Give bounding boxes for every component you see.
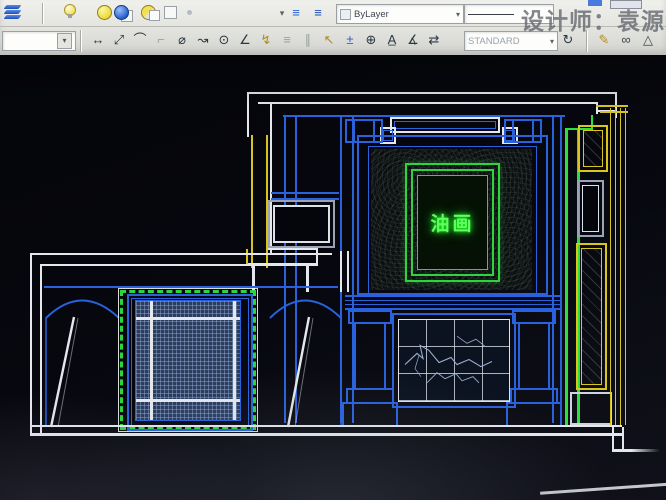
yellow-circle-icon[interactable] <box>94 2 114 22</box>
decor <box>114 5 129 20</box>
decor <box>42 3 44 24</box>
caret-icon[interactable]: ▾ <box>57 33 72 49</box>
tolerance-icon[interactable]: ± <box>340 30 360 50</box>
decor <box>51 317 74 427</box>
color-dropdown-value: ByLayer <box>354 9 389 20</box>
dimstyle-value: STANDARD <box>468 36 520 47</box>
dim-angular-icon[interactable]: ∠ <box>235 30 255 50</box>
dim-baseline-icon[interactable]: ≡ <box>277 30 297 50</box>
decor <box>612 449 660 452</box>
center-mark-icon[interactable]: ⊕ <box>361 30 381 50</box>
decor <box>46 301 119 319</box>
quick-dimension-icon[interactable]: ↯ <box>256 30 276 50</box>
square-outline-icon[interactable] <box>160 2 180 22</box>
decor <box>4 15 22 19</box>
layers-stack-icon[interactable] <box>3 4 23 24</box>
blue-sphere-icon[interactable] <box>112 2 132 22</box>
decor <box>4 10 22 14</box>
dim-edit-icon[interactable]: A̲ <box>382 30 402 50</box>
dim-jogged-icon[interactable]: ↝ <box>193 30 213 50</box>
dim-arc-length-icon[interactable]: ⌒ <box>130 30 150 50</box>
decor <box>136 317 240 320</box>
lightbulb-icon[interactable] <box>60 2 80 22</box>
dim-toolbar-icons: ↔⤢⌒⌐⌀↝⊙∠↯≡∥↖±⊕A̲∡⇄ <box>88 30 444 50</box>
caret-icon: ▾ <box>550 37 554 46</box>
dot-icon <box>179 2 199 22</box>
decor <box>288 317 309 427</box>
linetype-preview-icon <box>468 14 514 15</box>
layer-previous-icon[interactable]: ≡ <box>286 3 306 23</box>
quick-leader-icon[interactable]: ↖ <box>319 30 339 50</box>
color-swatch <box>340 9 351 20</box>
dim-linear-icon[interactable]: ↔ <box>88 30 108 50</box>
screen: { "watermark": { "text": "设计师：袁源" }, "ui… <box>0 0 666 500</box>
floor-line <box>30 433 622 436</box>
caret-icon: ▾ <box>456 10 460 19</box>
decor <box>97 5 112 20</box>
dim-diameter-icon[interactable]: ⌀ <box>172 30 192 50</box>
dim-continue-icon[interactable]: ∥ <box>298 30 318 50</box>
decor <box>80 30 82 52</box>
layer-combo[interactable]: ▾ <box>2 31 76 51</box>
decor <box>136 399 240 402</box>
dim-update-icon[interactable]: ⇄ <box>424 30 444 50</box>
watermark: 设计师：袁源 <box>521 2 665 36</box>
layer-states-icon[interactable]: ≡ <box>308 3 328 23</box>
dim-radius-icon[interactable]: ⊙ <box>214 30 234 50</box>
decor <box>612 427 614 451</box>
decor <box>270 301 341 319</box>
decor <box>622 427 624 451</box>
freeze-layer-icon[interactable] <box>139 2 159 22</box>
decor <box>58 318 78 427</box>
dim-ordinate-icon[interactable]: ⌐ <box>151 30 171 50</box>
layer-tools-icons: ≡≡ <box>286 3 328 23</box>
dim-aligned-icon[interactable]: ⤢ <box>109 30 129 50</box>
floor-line <box>30 425 622 427</box>
decor <box>164 6 177 19</box>
decor <box>4 5 22 9</box>
decor <box>149 10 160 21</box>
cad-canvas[interactable]: 油画 <box>0 55 666 500</box>
decor <box>187 10 192 15</box>
decor <box>64 4 76 16</box>
dim-text-angle-icon[interactable]: ∡ <box>403 30 423 50</box>
color-dropdown[interactable]: ByLayer ▾ <box>336 4 464 24</box>
